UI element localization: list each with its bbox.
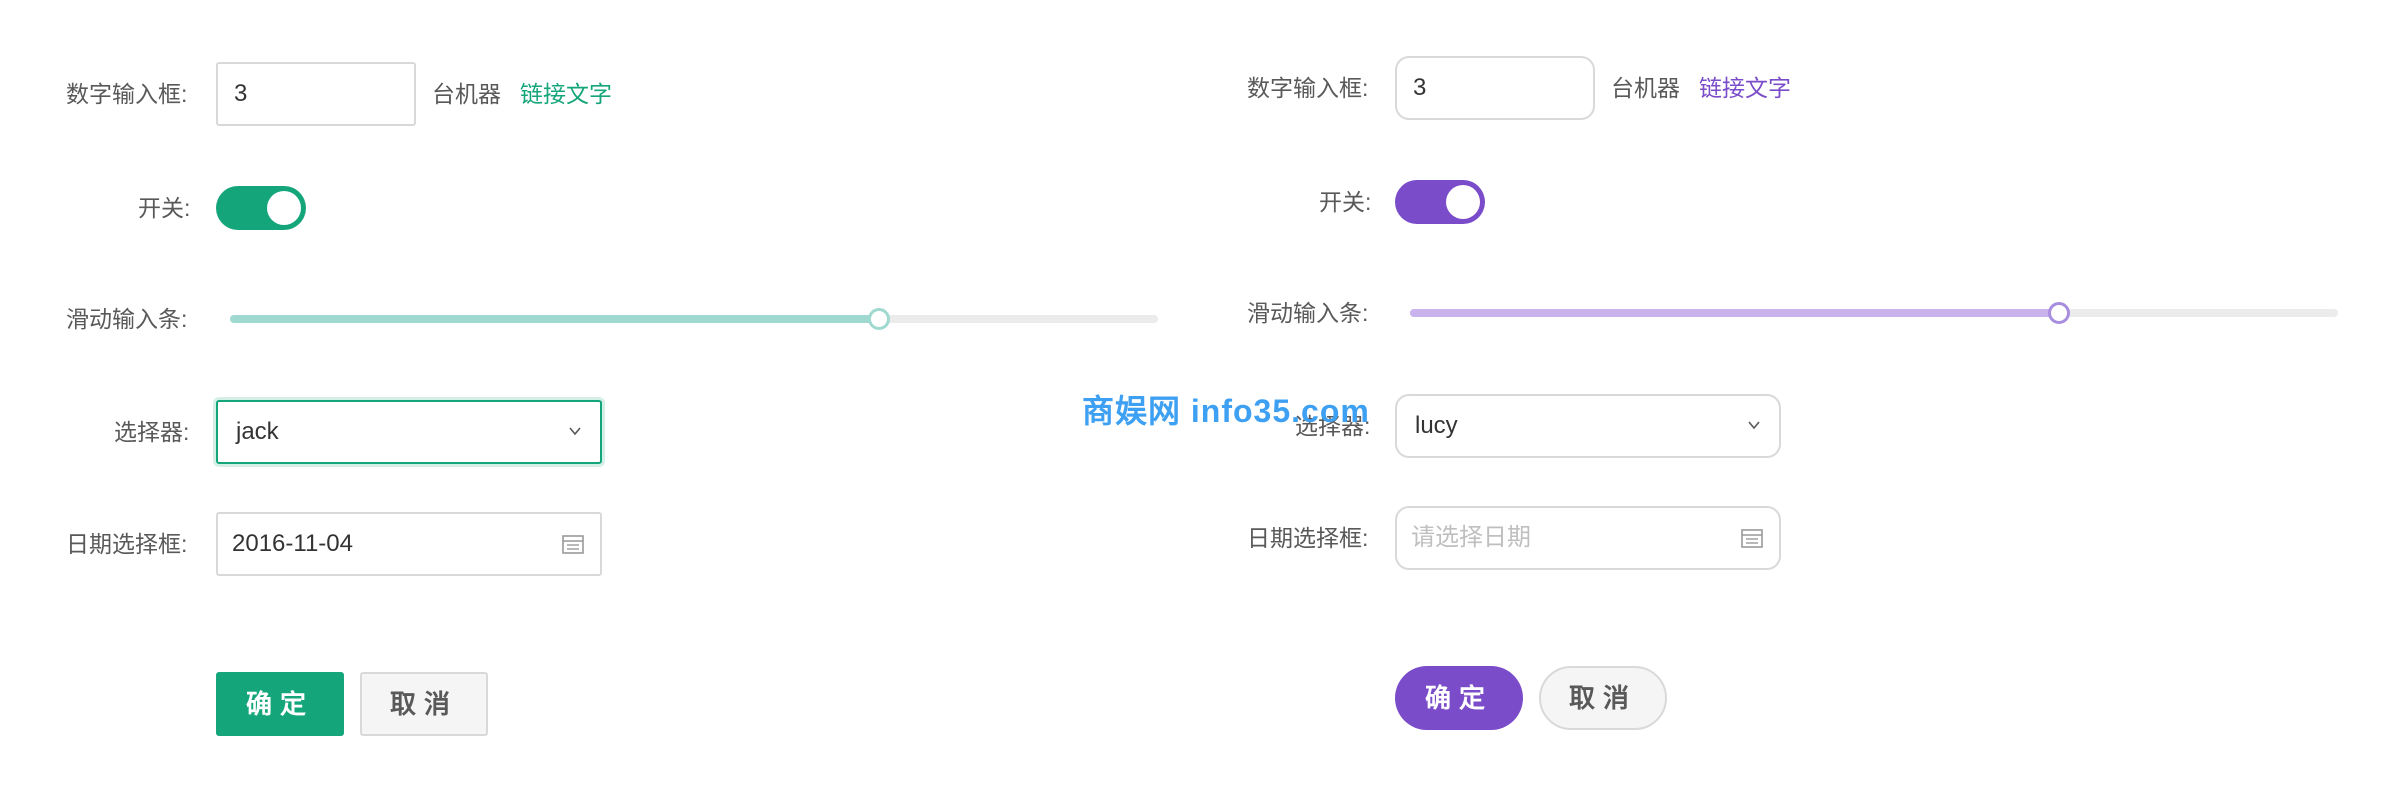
number-input[interactable]: 3 xyxy=(216,62,416,126)
select-value: jack xyxy=(236,418,279,445)
link-text[interactable]: 链接文字 xyxy=(520,62,612,126)
date-label: 日期选择框: xyxy=(66,531,188,557)
slider-handle[interactable] xyxy=(2048,302,2070,324)
select-box[interactable]: lucy xyxy=(1395,394,1781,458)
chevron-down-icon xyxy=(1748,421,1760,430)
slider-track xyxy=(1410,309,2060,317)
confirm-button[interactable]: 确定 xyxy=(216,672,344,736)
date-row: 日期选择框: 2016-11-04 xyxy=(0,512,1185,576)
switch-label: 开关: xyxy=(138,195,191,221)
date-picker[interactable]: 请选择日期 xyxy=(1395,506,1781,570)
select-label: 选择器: xyxy=(114,419,190,445)
number-input[interactable]: 3 xyxy=(1395,56,1595,120)
number-suffix: 台机器 xyxy=(1611,75,1680,101)
switch-row: 开关: xyxy=(1185,170,2396,234)
slider-handle[interactable] xyxy=(868,308,890,330)
switch-row: 开关: xyxy=(0,176,1185,240)
date-label: 日期选择框: xyxy=(1247,525,1369,551)
watermark: 商娱网 info35.com xyxy=(1082,393,1370,429)
number-input-value: 3 xyxy=(234,80,248,107)
date-row: 日期选择框: 请选择日期 xyxy=(1185,506,2396,570)
number-input-row: 数字输入框: 3 台机器 链接文字 xyxy=(1185,56,2396,120)
toggle-switch[interactable] xyxy=(216,186,306,230)
date-placeholder: 请选择日期 xyxy=(1411,524,1531,551)
slider-label: 滑动输入条: xyxy=(66,306,188,332)
number-input-value: 3 xyxy=(1413,74,1427,101)
number-input-label: 数字输入框: xyxy=(66,81,188,107)
slider-row: 滑动输入条: xyxy=(0,287,1185,351)
select-row: 选择器: jack xyxy=(0,400,1185,464)
switch-knob xyxy=(267,191,301,225)
select-value: lucy xyxy=(1415,412,1458,439)
select-box[interactable]: jack xyxy=(216,400,602,464)
switch-knob xyxy=(1446,185,1480,219)
date-value: 2016-11-04 xyxy=(232,530,353,557)
cancel-button[interactable]: 取消 xyxy=(1539,666,1667,730)
number-suffix: 台机器 xyxy=(432,81,501,107)
switch-label: 开关: xyxy=(1319,189,1372,215)
chevron-down-icon xyxy=(569,427,581,436)
slider-row: 滑动输入条: xyxy=(1185,281,2396,345)
slider-track xyxy=(230,315,880,323)
number-input-label: 数字输入框: xyxy=(1247,75,1369,101)
slider-label: 滑动输入条: xyxy=(1247,300,1369,326)
cancel-button[interactable]: 取消 xyxy=(360,672,488,736)
calendar-icon xyxy=(562,535,584,554)
confirm-button[interactable]: 确定 xyxy=(1395,666,1523,730)
number-input-row: 数字输入框: 3 台机器 链接文字 xyxy=(0,62,1185,126)
toggle-switch[interactable] xyxy=(1395,180,1485,224)
link-text[interactable]: 链接文字 xyxy=(1699,56,1791,120)
date-picker[interactable]: 2016-11-04 xyxy=(216,512,602,576)
calendar-icon xyxy=(1741,529,1763,548)
